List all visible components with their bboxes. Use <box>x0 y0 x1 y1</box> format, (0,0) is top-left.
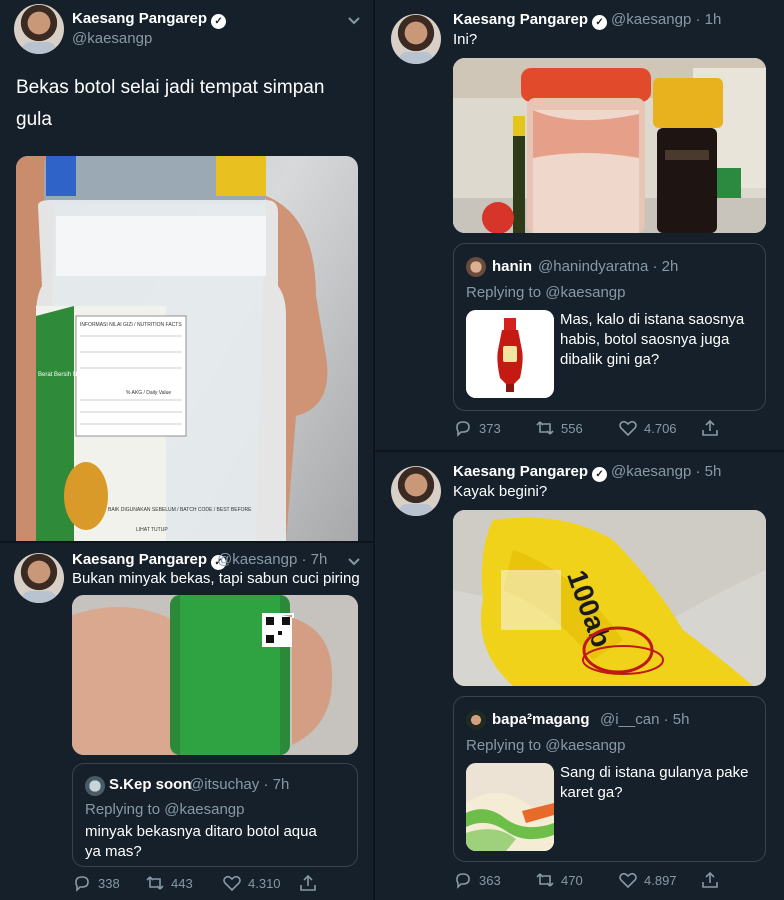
tweet-text: Ini? <box>453 31 478 48</box>
tweet-text: Kayak begini? <box>453 483 548 500</box>
chevron-down-icon[interactable] <box>346 12 362 28</box>
author-handle[interactable]: @kaesangp · 7h <box>217 551 327 568</box>
check-badge-icon: ✓ <box>592 467 608 482</box>
avatar[interactable] <box>391 14 441 64</box>
quoted-tweet[interactable]: bapa²magang @i__can · 5h Replying to @ka… <box>453 696 766 862</box>
tweet-actions: 363 470 4.897 <box>453 870 766 890</box>
share-button[interactable] <box>700 418 720 438</box>
heart-icon <box>619 420 637 437</box>
like-button[interactable]: 4.897 <box>618 870 677 890</box>
check-badge-icon: ✓ <box>211 14 227 29</box>
quote-author-name: bapa²magang <box>492 711 590 728</box>
quote-author-name: S.Kep soon <box>109 776 192 793</box>
retweet-button[interactable]: 443 <box>145 873 193 893</box>
jar-label-weight: Berat Bersih Net WT. 330g <box>38 372 109 378</box>
quoted-tweet[interactable]: S.Kep soon @itsuchay · 7h Replying to @k… <box>72 763 358 867</box>
tweet-sugar-jar[interactable]: Kaesang Pangarep ✓ @kaesangp Bekas botol … <box>0 0 373 541</box>
share-button[interactable] <box>298 873 318 893</box>
reply-icon <box>456 421 470 437</box>
quote-photo-thumbnail[interactable] <box>466 310 554 398</box>
tweet-photo-jar[interactable]: INFORMASI NILAI GIZI / NUTRITION FACTS %… <box>16 156 358 541</box>
share-button[interactable] <box>700 870 720 890</box>
avatar[interactable] <box>14 4 64 54</box>
quote-author-name: hanin <box>492 258 532 275</box>
quote-text: Sang di istana gulanya pake karet ga? <box>560 764 749 801</box>
replying-to: Replying to @kaesangp <box>466 284 626 301</box>
replying-to: Replying to @kaesangp <box>85 801 245 818</box>
author-name[interactable]: Kaesang Pangarep ✓ <box>72 10 227 29</box>
reply-icon <box>75 876 89 892</box>
author-name[interactable]: Kaesang Pangarep ✓ <box>453 463 608 482</box>
quote-author-handle: @itsuchay · 7h <box>189 776 290 793</box>
heart-icon <box>223 875 241 892</box>
jar-label-akg: % AKG / Daily Value <box>126 390 171 396</box>
author-name[interactable]: Kaesang Pangarep ✓ <box>72 551 227 570</box>
tweet-text: Bukan minyak bekas, tapi sabun cuci piri… <box>72 570 360 587</box>
collage-divider-left <box>0 541 373 543</box>
quoted-tweet[interactable]: hanin @hanindyaratna · 2h Replying to @k… <box>453 243 766 411</box>
author-handle[interactable]: @kaesangp · 5h <box>611 463 721 480</box>
retweet-button[interactable]: 556 <box>535 418 583 438</box>
tweet-dish-soap[interactable]: Kaesang Pangarep ✓ @kaesangp · 7h Bukan m… <box>0 543 373 900</box>
jar-label-lihat: LIHAT TUTUP <box>136 527 168 533</box>
reply-button[interactable]: 363 <box>453 870 501 890</box>
share-icon <box>300 874 316 891</box>
retweet-button[interactable]: 470 <box>535 870 583 890</box>
check-badge-icon: ✓ <box>592 15 608 30</box>
tweet-actions: 338 443 4.310 <box>72 873 358 893</box>
author-handle[interactable]: @kaesangp · 1h <box>611 11 721 28</box>
avatar <box>466 710 486 730</box>
author-name[interactable]: Kaesang Pangarep ✓ <box>453 11 608 30</box>
quote-author-handle: @i__can · 5h <box>600 711 690 728</box>
tweet-text: Bekas botol selai jadi tempat simpan gul… <box>16 77 325 130</box>
share-icon <box>702 871 718 888</box>
tweet-sugar-bag[interactable]: Kaesang Pangarep ✓ @kaesangp · 5h Kayak b… <box>375 452 784 900</box>
jar-label-title: INFORMASI NILAI GIZI / NUTRITION FACTS <box>80 322 182 328</box>
avatar[interactable] <box>391 466 441 516</box>
retweet-icon <box>536 873 554 887</box>
jar-label-batch: BAIK DIGUNAKAN SEBELUM / BATCH CODE / BE… <box>108 507 252 513</box>
retweet-icon <box>146 876 164 890</box>
reply-icon <box>456 873 470 889</box>
chevron-down-icon[interactable] <box>346 553 362 569</box>
quote-author-handle: @hanindyaratna · 2h <box>538 258 679 275</box>
avatar[interactable] <box>14 553 64 603</box>
collage-divider-right <box>375 450 784 452</box>
heart-icon <box>619 872 637 889</box>
tweet-actions: 373 556 4.706 <box>453 418 766 438</box>
tweet-photo-sugar-bag[interactable]: 100ab <box>453 510 766 686</box>
tweet-sauce-bottle[interactable]: Kaesang Pangarep ✓ @kaesangp · 1h Ini? h… <box>375 0 784 450</box>
like-button[interactable]: 4.706 <box>618 418 677 438</box>
tweet-photo-soap[interactable] <box>72 595 358 755</box>
like-button[interactable]: 4.310 <box>222 873 281 893</box>
avatar <box>85 776 105 796</box>
quote-text: Mas, kalo di istana saosnya habis, botol… <box>560 311 745 368</box>
quote-photo-thumbnail[interactable] <box>466 763 554 851</box>
replying-to: Replying to @kaesangp <box>466 737 626 754</box>
reply-button[interactable]: 338 <box>72 873 120 893</box>
author-handle[interactable]: @kaesangp <box>72 30 152 47</box>
avatar <box>466 257 486 277</box>
tweet-photo-sauce[interactable] <box>453 58 766 233</box>
share-icon <box>702 419 718 436</box>
retweet-icon <box>536 421 554 435</box>
reply-button[interactable]: 373 <box>453 418 501 438</box>
quote-text: minyak bekasnya ditaro botol aqua ya mas… <box>85 823 317 860</box>
